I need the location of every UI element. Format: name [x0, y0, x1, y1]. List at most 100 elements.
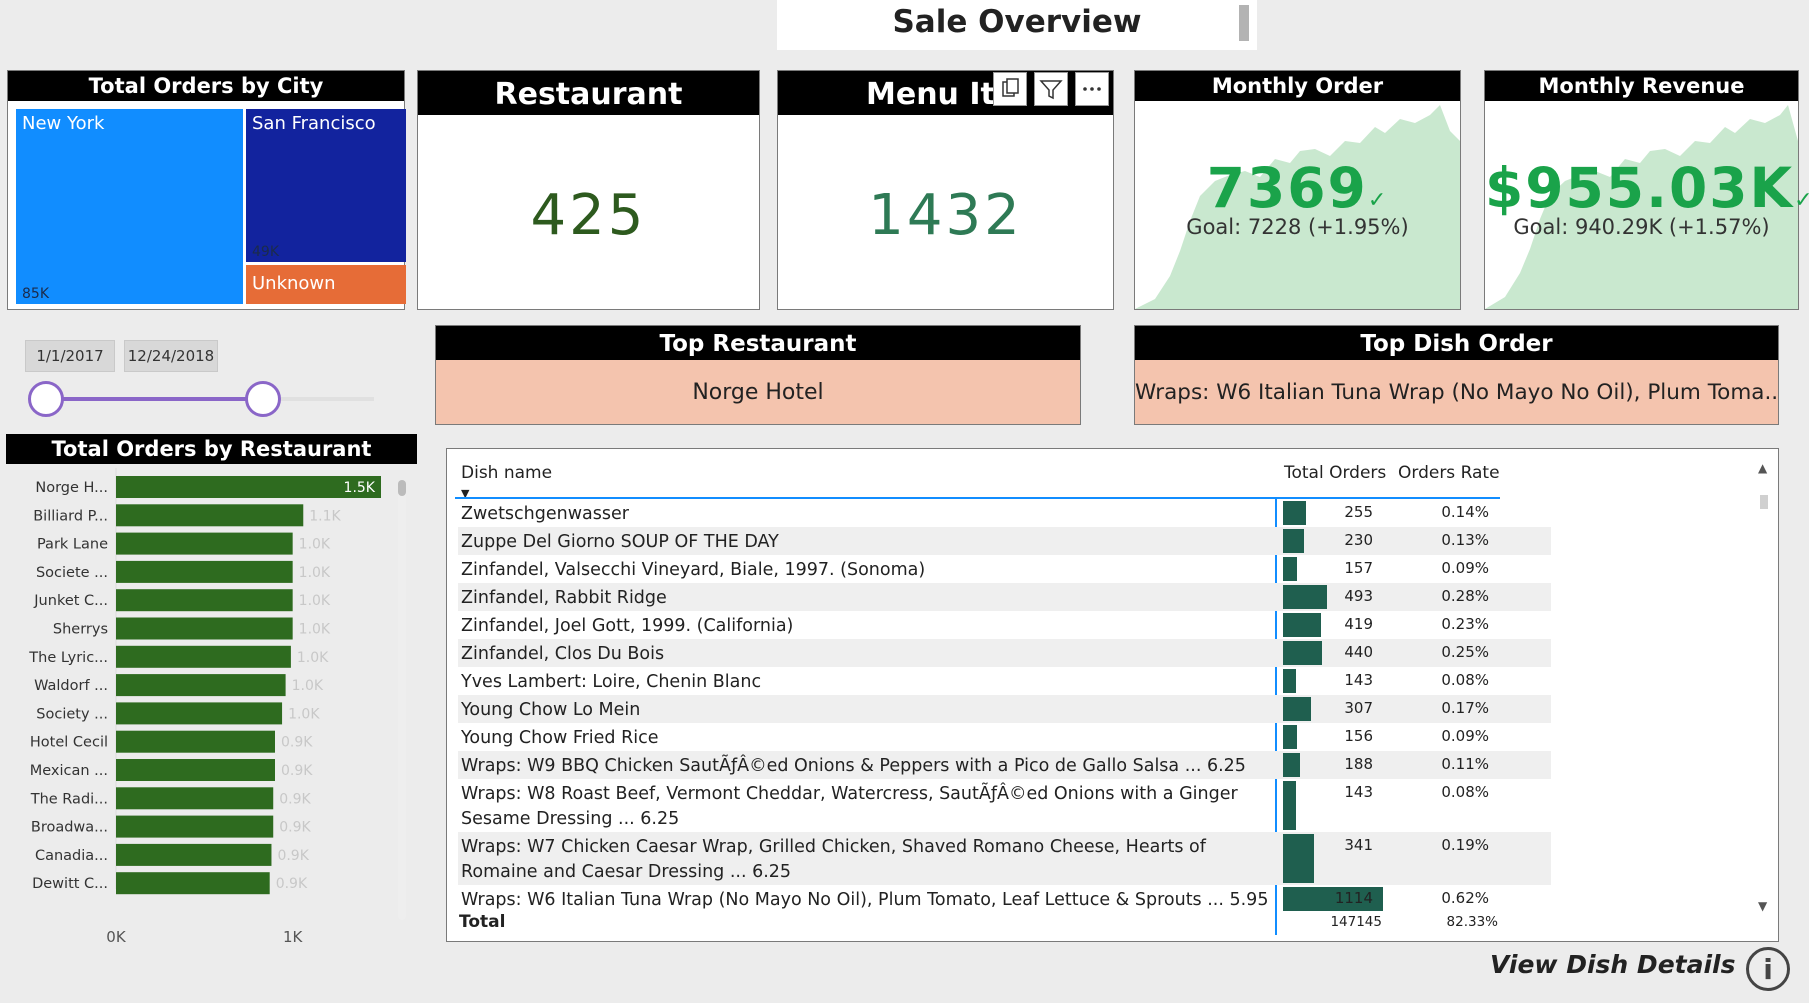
treemap-cell-unknown[interactable]: Unknown	[246, 265, 406, 304]
column-header-orders-rate[interactable]: Orders Rate	[1398, 463, 1500, 483]
category-label: Societe ...	[36, 565, 108, 581]
data-label: 0.9K	[279, 791, 311, 807]
bar[interactable]	[116, 645, 291, 668]
table-row[interactable]: Zwetschgenwasser 255 0.14%	[458, 499, 1551, 527]
page-title-box: Sale Overview	[777, 0, 1257, 50]
orders-by-restaurant-title: Total Orders by Restaurant	[6, 434, 417, 464]
bar[interactable]	[116, 560, 293, 583]
orders-cell: 419	[1344, 615, 1373, 633]
data-label: 1.0K	[297, 650, 329, 666]
table-row[interactable]: Young Chow Lo Mein 307 0.17%	[458, 695, 1551, 723]
monthly-revenue-goal: Goal: 940.29K (+1.57%)	[1513, 215, 1770, 239]
orders-rate-cell: 0.09%	[1441, 727, 1489, 745]
scroll-up-icon[interactable]: ▲	[1758, 461, 1767, 475]
orders-rate-cell: 0.11%	[1441, 755, 1489, 773]
data-label: 0.9K	[276, 876, 308, 892]
orders-rate-cell: 0.19%	[1441, 836, 1489, 854]
category-label: Billiard P...	[33, 508, 108, 524]
bar[interactable]	[116, 476, 381, 498]
bar[interactable]	[116, 504, 304, 527]
date-slider-track[interactable]	[44, 397, 264, 401]
orders-cell: 255	[1344, 503, 1373, 521]
category-label: Society ...	[36, 706, 108, 722]
monthly-order-value: 7369✓	[1206, 156, 1389, 220]
treemap-cell-value: 49K	[252, 244, 279, 260]
table-row[interactable]: Zinfandel, Clos Du Bois 440 0.25%	[458, 639, 1551, 667]
category-label: Mexican ...	[30, 763, 108, 779]
data-label: 1.0K	[299, 622, 331, 638]
orders-cell: 188	[1344, 755, 1373, 773]
chart-scrollbar-thumb[interactable]	[398, 480, 406, 496]
treemap-cell-label: San Francisco	[252, 113, 376, 134]
bar[interactable]	[116, 702, 283, 725]
column-header-total-orders[interactable]: Total Orders	[1284, 463, 1386, 483]
table-row[interactable]: Zinfandel, Valsecchi Vineyard, Biale, 19…	[458, 555, 1551, 583]
treemap-cell-san-francisco[interactable]: San Francisco 49K	[246, 109, 406, 262]
data-label: 1.0K	[288, 706, 320, 722]
info-icon[interactable]: i	[1746, 947, 1790, 991]
orders-cell: 493	[1344, 587, 1373, 605]
date-slicer-start[interactable]: 1/1/2017	[25, 340, 115, 372]
table-row[interactable]: Young Chow Fried Rice 156 0.09%	[458, 723, 1551, 751]
dish-name-cell: Wraps: W7 Chicken Caesar Wrap, Grilled C…	[461, 837, 1206, 882]
table-row[interactable]: Yves Lambert: Loire, Chenin Blanc 143 0.08…	[458, 667, 1551, 695]
dish-name-cell: Wraps: W9 BBQ Chicken SautÃƒÂ©ed Onions …	[461, 756, 1246, 776]
orders-rate-cell: 0.17%	[1441, 699, 1489, 717]
orders-rate-cell: 0.23%	[1441, 615, 1489, 633]
top-restaurant-value: Norge Hotel	[692, 380, 824, 405]
chart-scrollbar-track[interactable]	[398, 480, 406, 920]
bar[interactable]	[116, 532, 293, 555]
bar[interactable]	[116, 815, 274, 838]
bar[interactable]	[116, 872, 270, 895]
orders-cell: 1114	[1334, 889, 1373, 907]
table-row[interactable]: Zinfandel, Joel Gott, 1999. (California)…	[458, 611, 1551, 639]
more-options-icon[interactable]	[1075, 72, 1109, 106]
monthly-order-card: Monthly Order 7369✓ Goal: 7228 (+1.95%)	[1134, 70, 1461, 310]
date-slicer-end[interactable]: 12/24/2018	[124, 340, 218, 372]
bar[interactable]	[116, 787, 274, 810]
treemap-cell-new-york[interactable]: New York 85K	[16, 109, 243, 304]
dish-name-cell: Zinfandel, Rabbit Ridge	[461, 588, 667, 608]
table-row[interactable]: Wraps: W6 Italian Tuna Wrap (No Mayo No …	[458, 885, 1551, 913]
restaurant-count-value: 425	[530, 183, 647, 248]
table-row[interactable]: Zinfandel, Rabbit Ridge 493 0.28%	[458, 583, 1551, 611]
view-dish-details-button[interactable]: View Dish Details	[1490, 950, 1735, 979]
dish-name-cell: Young Chow Fried Rice	[461, 728, 659, 748]
table-scrollbar-thumb[interactable]	[1760, 495, 1768, 509]
data-label: 1.0K	[299, 565, 331, 581]
orders-by-city-card: Total Orders by City New York 85K San Fr…	[7, 70, 406, 310]
dish-name-cell: Yves Lambert: Loire, Chenin Blanc	[461, 672, 762, 692]
restaurant-bar-svg: Norge H... 1.5K Billiard P... 1.1K Park Lane…	[28, 468, 406, 946]
top-restaurant-title: Top Restaurant	[436, 326, 1080, 360]
copy-icon[interactable]	[993, 72, 1027, 106]
monthly-order-title: Monthly Order	[1135, 71, 1460, 101]
category-label: Junket C...	[33, 593, 108, 609]
orders-rate-cell: 0.08%	[1441, 671, 1489, 689]
bar[interactable]	[116, 759, 275, 781]
bar[interactable]	[116, 589, 293, 612]
table-row[interactable]: Wraps: W9 BBQ Chicken SautÃƒÂ©ed Onions …	[458, 751, 1551, 779]
total-rate: 82.33%	[1446, 914, 1498, 930]
data-label: 1.1K	[309, 508, 341, 524]
table-row[interactable]: Zuppe Del Giorno SOUP OF THE DAY 230 0.13%	[458, 527, 1551, 555]
bar[interactable]	[116, 843, 272, 866]
orders-rate-cell: 0.08%	[1441, 783, 1489, 801]
scroll-down-icon[interactable]: ▼	[1758, 899, 1767, 913]
orders-cell: 157	[1344, 559, 1373, 577]
table-row[interactable]: Wraps: W8 Roast Beef, Vermont Cheddar, W…	[458, 779, 1551, 832]
monthly-revenue-title: Monthly Revenue	[1485, 71, 1798, 101]
date-slider-end-handle[interactable]	[245, 381, 281, 417]
filter-icon[interactable]	[1034, 72, 1068, 106]
table-row[interactable]: Wraps: W7 Chicken Caesar Wrap, Grilled C…	[458, 832, 1551, 885]
bar[interactable]	[116, 617, 293, 640]
title-scroll-indicator	[1239, 5, 1249, 41]
bar[interactable]	[116, 730, 275, 753]
dish-name-cell: Wraps: W8 Roast Beef, Vermont Cheddar, W…	[461, 784, 1238, 829]
column-header-dish[interactable]: Dish name	[461, 463, 552, 483]
category-label: Hotel Cecil	[30, 735, 108, 751]
orders-cell: 143	[1344, 671, 1373, 689]
bar[interactable]	[116, 674, 286, 697]
monthly-order-goal: Goal: 7228 (+1.95%)	[1186, 215, 1409, 239]
date-slider-start-handle[interactable]	[28, 381, 64, 417]
orders-cell: 143	[1344, 783, 1373, 801]
